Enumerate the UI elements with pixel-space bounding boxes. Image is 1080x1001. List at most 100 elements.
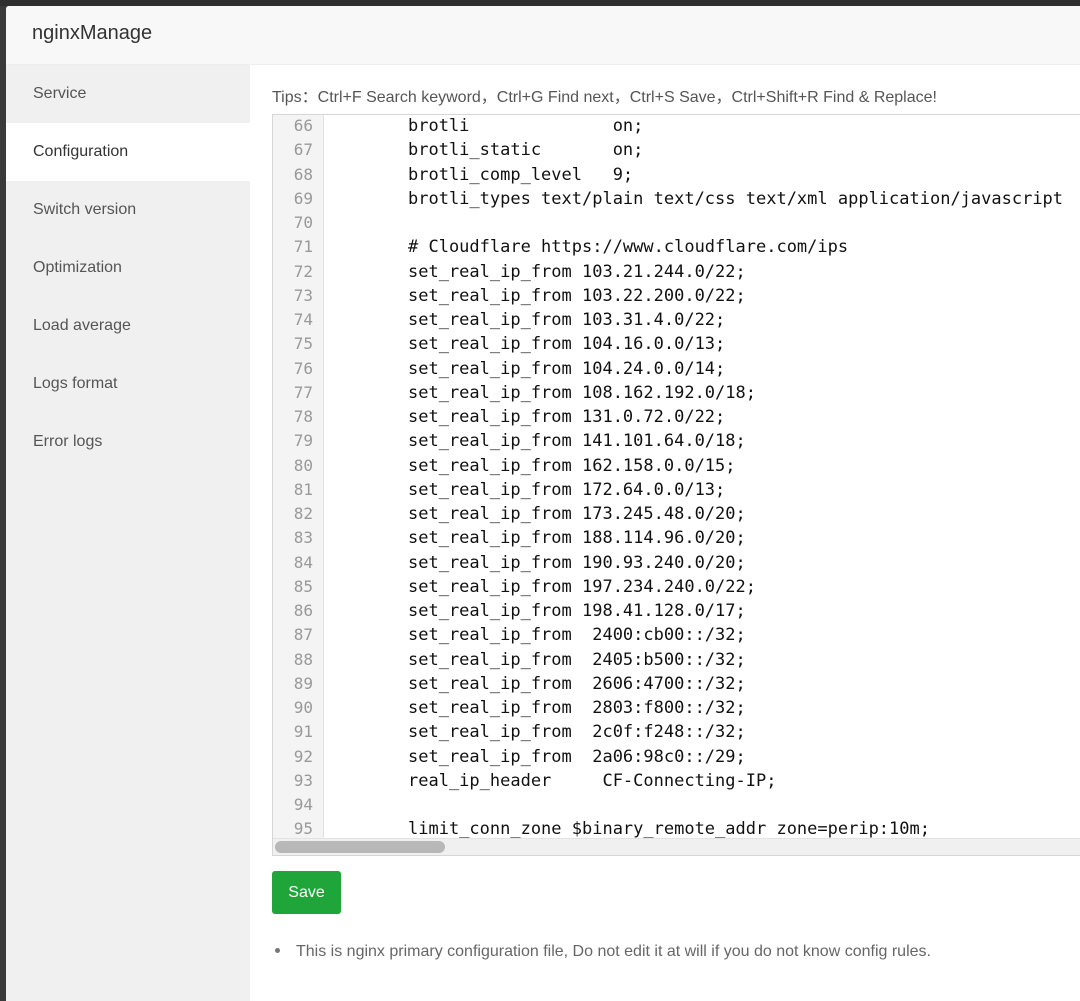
line-number: 78	[293, 407, 313, 426]
code-line[interactable]: 73 set_real_ip_from 103.22.200.0/22;	[273, 284, 1080, 308]
line-text[interactable]: set_real_ip_from 162.158.0.0/15;	[408, 454, 736, 478]
sidebar-item-optimization[interactable]: Optimization	[6, 239, 250, 297]
line-text[interactable]: brotli on;	[408, 115, 643, 138]
line-text[interactable]: set_real_ip_from 103.21.244.0/22;	[408, 260, 746, 284]
code-line[interactable]: 81 set_real_ip_from 172.64.0.0/13;	[273, 478, 1080, 502]
sidebar-item-service[interactable]: Service	[6, 65, 250, 123]
sidebar-item-error-logs[interactable]: Error logs	[6, 413, 250, 471]
line-text[interactable]: set_real_ip_from 2803:f800::/32;	[408, 696, 746, 720]
code-line[interactable]: 68 brotli_comp_level 9;	[273, 163, 1080, 187]
code-line[interactable]: 93 real_ip_header CF-Connecting-IP;	[273, 769, 1080, 793]
code-line[interactable]: 89 set_real_ip_from 2606:4700::/32;	[273, 672, 1080, 696]
line-text[interactable]: set_real_ip_from 172.64.0.0/13;	[408, 478, 725, 502]
sidebar: Service Configuration Switch version Opt…	[6, 65, 250, 1001]
code-line[interactable]: 78 set_real_ip_from 131.0.72.0/22;	[273, 405, 1080, 429]
code-line[interactable]: 86 set_real_ip_from 198.41.128.0/17;	[273, 599, 1080, 623]
line-number: 84	[293, 552, 313, 572]
line-number: 89	[293, 673, 313, 693]
line-text[interactable]: set_real_ip_from 197.234.240.0/22;	[408, 575, 756, 599]
line-number: 86	[293, 601, 313, 620]
save-button[interactable]: Save	[272, 871, 341, 914]
line-text[interactable]: set_real_ip_from 2405:b500::/32;	[408, 648, 746, 672]
line-number: 93	[293, 770, 313, 790]
code-line[interactable]: 88 set_real_ip_from 2405:b500::/32;	[273, 648, 1080, 672]
line-text[interactable]: set_real_ip_from 104.24.0.0/14;	[408, 357, 725, 381]
line-text[interactable]: # Cloudflare https://www.cloudflare.com/…	[408, 235, 848, 259]
line-text[interactable]: set_real_ip_from 2a06:98c0::/29;	[408, 745, 746, 769]
line-number: 83	[293, 528, 313, 548]
code-line[interactable]: 94	[273, 793, 1080, 817]
config-note: This is nginx primary configuration file…	[272, 943, 931, 961]
code-line[interactable]: 83 set_real_ip_from 188.114.96.0/20;	[273, 526, 1080, 550]
code-line[interactable]: 92 set_real_ip_from 2a06:98c0::/29;	[273, 745, 1080, 769]
line-number: 70	[293, 213, 313, 232]
sidebar-item-logs-format[interactable]: Logs format	[6, 355, 250, 413]
horizontal-scrollbar[interactable]	[273, 838, 1080, 855]
line-number: 68	[293, 164, 313, 184]
line-number: 80	[293, 455, 313, 475]
code-line[interactable]: 80 set_real_ip_from 162.158.0.0/15;	[273, 454, 1080, 478]
config-note-text: This is nginx primary configuration file…	[296, 943, 931, 960]
line-text[interactable]: set_real_ip_from 2606:4700::/32;	[408, 672, 746, 696]
line-text[interactable]: set_real_ip_from 103.31.4.0/22;	[408, 308, 725, 332]
line-text[interactable]: set_real_ip_from 108.162.192.0/18;	[408, 381, 756, 405]
code-line[interactable]: 91 set_real_ip_from 2c0f:f248::/32;	[273, 720, 1080, 744]
line-number: 88	[293, 649, 313, 669]
line-number: 72	[293, 261, 313, 281]
code-line[interactable]: 84 set_real_ip_from 190.93.240.0/20;	[273, 551, 1080, 575]
code-line[interactable]: 67 brotli_static on;	[273, 138, 1080, 162]
code-line[interactable]: 74 set_real_ip_from 103.31.4.0/22;	[273, 308, 1080, 332]
line-text[interactable]: brotli_comp_level 9;	[408, 163, 633, 187]
line-number: 77	[293, 382, 313, 402]
code-line[interactable]: 66 brotli on;	[273, 115, 1080, 138]
line-text[interactable]: set_real_ip_from 198.41.128.0/17;	[408, 599, 746, 623]
line-text[interactable]: set_real_ip_from 2c0f:f248::/32;	[408, 720, 746, 744]
editor-tips: Tips：Ctrl+F Search keyword，Ctrl+G Find n…	[272, 89, 937, 106]
line-text[interactable]: brotli_static on;	[408, 138, 643, 162]
code-line[interactable]: 85 set_real_ip_from 197.234.240.0/22;	[273, 575, 1080, 599]
bullet-icon	[275, 947, 280, 953]
code-line[interactable]: 90 set_real_ip_from 2803:f800::/32;	[273, 696, 1080, 720]
line-number: 79	[293, 431, 313, 451]
main-content: Tips：Ctrl+F Search keyword，Ctrl+G Find n…	[272, 65, 1080, 1001]
code-line[interactable]: 77 set_real_ip_from 108.162.192.0/18;	[273, 381, 1080, 405]
sidebar-item-load-average[interactable]: Load average	[6, 297, 250, 355]
line-number: 81	[293, 479, 313, 499]
line-text[interactable]: real_ip_header CF-Connecting-IP;	[408, 769, 776, 793]
dialog-title: nginxManage	[32, 22, 153, 44]
code-line[interactable]: 70	[273, 211, 1080, 235]
line-number: 76	[293, 358, 313, 378]
code-line[interactable]: 79 set_real_ip_from 141.101.64.0/18;	[273, 429, 1080, 453]
line-number: 66	[293, 116, 313, 135]
line-number: 92	[293, 746, 313, 766]
code-line[interactable]: 76 set_real_ip_from 104.24.0.0/14;	[273, 357, 1080, 381]
code-line[interactable]: 69 brotli_types text/plain text/css text/…	[273, 187, 1080, 211]
line-number: 87	[293, 625, 313, 645]
line-number: 75	[293, 334, 313, 354]
line-number: 91	[293, 722, 313, 742]
line-number: 71	[293, 237, 313, 257]
code-line[interactable]: 71 # Cloudflare https://www.cloudflare.co…	[273, 235, 1080, 259]
line-number: 85	[293, 576, 313, 596]
dialog-header: nginxManage	[6, 6, 1080, 65]
line-text[interactable]: set_real_ip_from 103.22.200.0/22;	[408, 284, 746, 308]
line-number: 90	[293, 698, 313, 717]
line-number: 69	[293, 188, 313, 208]
line-text[interactable]: set_real_ip_from 173.245.48.0/20;	[408, 502, 746, 526]
line-text[interactable]: set_real_ip_from 141.101.64.0/18;	[408, 429, 746, 453]
line-text[interactable]: set_real_ip_from 190.93.240.0/20;	[408, 551, 746, 575]
scrollbar-thumb[interactable]	[275, 841, 445, 853]
line-text[interactable]: set_real_ip_from 131.0.72.0/22;	[408, 405, 725, 429]
line-text[interactable]: brotli_types text/plain text/css text/xm…	[408, 187, 1063, 211]
code-line[interactable]: 72 set_real_ip_from 103.21.244.0/22;	[273, 260, 1080, 284]
sidebar-item-switch-version[interactable]: Switch version	[6, 181, 250, 239]
line-number: 73	[293, 285, 313, 305]
line-text[interactable]: set_real_ip_from 188.114.96.0/20;	[408, 526, 746, 550]
line-text[interactable]: set_real_ip_from 2400:cb00::/32;	[408, 623, 746, 647]
code-line[interactable]: 82 set_real_ip_from 173.245.48.0/20;	[273, 502, 1080, 526]
line-text[interactable]: set_real_ip_from 104.16.0.0/13;	[408, 332, 725, 356]
config-editor[interactable]: 66 brotli on; 67 brotli_static on; 68 brotli_…	[272, 114, 1080, 856]
sidebar-item-configuration[interactable]: Configuration	[6, 123, 250, 181]
code-line[interactable]: 87 set_real_ip_from 2400:cb00::/32;	[273, 623, 1080, 647]
code-line[interactable]: 75 set_real_ip_from 104.16.0.0/13;	[273, 332, 1080, 356]
